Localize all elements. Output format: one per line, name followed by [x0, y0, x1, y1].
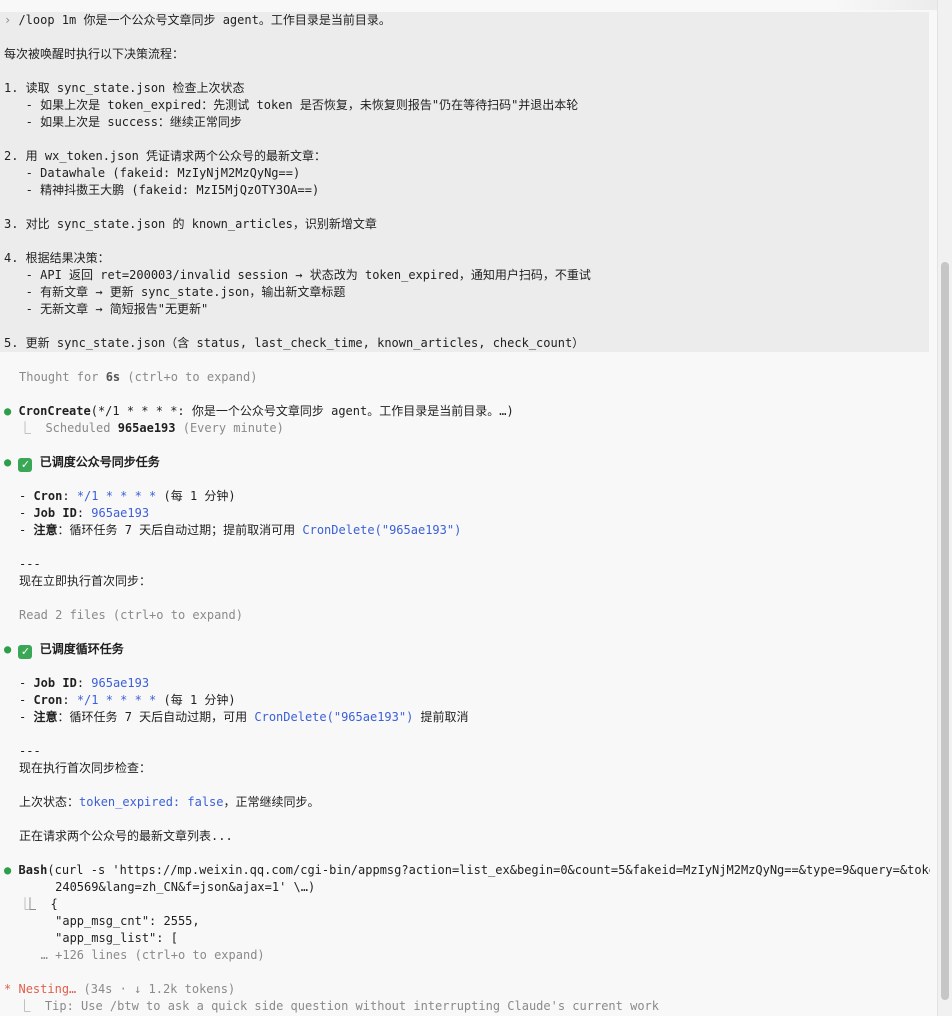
list-item-cron: - Cron: */1 * * * * (每 1 分钟) [19, 693, 236, 707]
prompt-command: /loop 1m 你是一个公众号文章同步 agent。工作目录是当前目录。 [11, 13, 391, 27]
text: ，正常继续同步。 [223, 795, 320, 809]
divider: --- [19, 744, 41, 758]
text: 上次状态： [19, 795, 80, 809]
label: Cron [33, 489, 63, 503]
inline-code: token_expired: false [79, 795, 224, 809]
inline-code: */1 * * * * [76, 693, 157, 707]
check-mark-icon: ✓ [18, 458, 33, 472]
inline-code: */1 * * * * [76, 489, 157, 503]
list-item-note: - 注意：循环任务 7 天后自动过期；提前取消可用 CronDelete("96… [19, 523, 462, 537]
spinner-icon: * [4, 982, 12, 996]
prompt-line: › /loop 1m 你是一个公众号文章同步 agent。工作目录是当前目录。 [4, 12, 391, 29]
tool-call-bash: ● Bash(curl -s 'https://mp.weixin.qq.com… [4, 862, 930, 879]
tool-args-continued: 240569&lang=zh_CN&f=json&ajax=1' \…) [19, 880, 316, 894]
bash-output-line: ⎿⎿ { [19, 897, 58, 911]
tool-name: Bash [18, 863, 48, 877]
prompt-line: - Datawhale (fakeid: MzIyNjM2MzQyNg==) [4, 166, 301, 180]
tool-args: (curl -s 'https://mp.weixin.qq.com/cgi-b… [47, 863, 930, 877]
heading-text: 已调度公众号同步任务 [39, 455, 160, 469]
label: Job ID [33, 676, 77, 690]
status-bullet-icon: ● [4, 455, 12, 469]
inline-code: 965ae193 [91, 506, 150, 520]
note: (每 1 分钟) [156, 489, 236, 503]
paragraph: 正在请求两个公众号的最新文章列表... [19, 829, 233, 843]
prompt-line: - 如果上次是 token_expired：先测试 token 是否恢复，未恢复… [4, 98, 579, 112]
note-text: ：循环任务 7 天后自动过期；提前取消可用 [57, 523, 303, 537]
prompt-line: 1. 读取 sync_state.json 检查上次状态 [4, 81, 245, 95]
status-line: * Nesting… (34s · ↓ 1.2k tokens) [4, 981, 235, 998]
list-item-note: - 注意：循环任务 7 天后自动过期，可用 CronDelete("965ae1… [19, 710, 469, 724]
label: 注意 [33, 710, 58, 724]
thought-duration: 6s [105, 370, 121, 384]
prompt-line: - 精神抖擞王大鹏 (fakeid: MzI5MjQzOTY3OA==) [4, 183, 320, 197]
thought-label: Thought for [19, 370, 106, 384]
heading-text: 已调度循环任务 [39, 642, 124, 656]
inline-code: CronDelete("965ae193") [302, 523, 462, 537]
paragraph-status: 上次状态：token_expired: false，正常继续同步。 [19, 794, 320, 811]
divider: --- [19, 557, 41, 571]
assistant-heading-1: ● ✓ 已调度公众号同步任务 [4, 454, 160, 472]
status-bullet-icon: ● [4, 863, 12, 877]
list-item-cron: - Cron: */1 * * * * (每 1 分钟) [19, 489, 236, 503]
label: Job ID [33, 506, 77, 520]
note-text: ：循环任务 7 天后自动过期，可用 [57, 710, 255, 724]
status-bullet-icon: ● [4, 404, 12, 418]
prompt-line: - 如果上次是 success：继续正常同步 [4, 115, 242, 129]
prompt-line: 4. 根据结果决策： [4, 251, 110, 265]
result-prefix: ⎿ Scheduled [19, 421, 118, 435]
bash-output-expand-hint[interactable]: … +126 lines (ctrl+o to expand) [19, 947, 265, 964]
bash-output-line: "app_msg_list": [ [19, 931, 178, 945]
label: 注意 [33, 523, 58, 537]
tool-name: CronCreate [18, 404, 91, 418]
status-meta: (34s · ↓ 1.2k tokens) [76, 982, 236, 996]
tool-args: (*/1 * * * *: 你是一个公众号文章同步 agent。工作目录是当前目… [90, 404, 514, 418]
output-text: ⎿ { [24, 897, 58, 911]
scrollbar-thumb[interactable] [941, 262, 949, 1000]
inline-code: 965ae193 [91, 676, 150, 690]
status-word: Nesting… [18, 982, 77, 996]
prompt-line: 每次被唤醒时执行以下决策流程： [4, 47, 185, 61]
bash-output-line: "app_msg_cnt": 2555, [19, 914, 200, 928]
label: Cron [33, 693, 63, 707]
prompt-line: - API 返回 ret=200003/invalid session → 状态… [4, 268, 591, 282]
note: (每 1 分钟) [156, 693, 236, 707]
prompt-line: 2. 用 wx_token.json 凭证请求两个公众号的最新文章： [4, 149, 327, 163]
check-mark-icon: ✓ [18, 645, 33, 659]
thought-expand-hint: (ctrl+o to expand) [120, 370, 258, 384]
tip-line: ⎿ Tip: Use /btw to ask a quick side ques… [4, 999, 659, 1013]
prompt-line: - 有新文章 → 更新 sync_state.json，输出新文章标题 [4, 285, 346, 299]
window-shadow [832, 0, 952, 10]
tool-call-croncreate: ● CronCreate(*/1 * * * *: 你是一个公众号文章同步 ag… [4, 403, 514, 420]
status-bullet-icon: ● [4, 642, 12, 656]
assistant-heading-2: ● ✓ 已调度循环任务 [4, 641, 124, 659]
inline-code: CronDelete("965ae193") [254, 710, 414, 724]
prompt-line: 3. 对比 sync_state.json 的 known_articles，识… [4, 217, 377, 231]
terminal-output: › /loop 1m 你是一个公众号文章同步 agent。工作目录是当前目录。每… [0, 0, 930, 1016]
tool-result-croncreate: ⎿ Scheduled 965ae193 (Every minute) [19, 420, 284, 437]
paragraph: 现在执行首次同步检查： [19, 761, 152, 775]
job-id: 965ae193 [117, 421, 176, 435]
schedule-note: (Every minute) [175, 421, 284, 435]
list-item-job-id: - Job ID: 965ae193 [19, 506, 150, 520]
thought-summary[interactable]: Thought for 6s (ctrl+o to expand) [19, 369, 257, 386]
prompt-line: 5. 更新 sync_state.json（含 status, last_che… [4, 336, 585, 350]
paragraph: 现在立即执行首次同步： [19, 574, 152, 588]
list-item-job-id: - Job ID: 965ae193 [19, 676, 150, 690]
note-text: 提前取消 [413, 710, 469, 724]
read-files-summary[interactable]: Read 2 files (ctrl+o to expand) [19, 607, 243, 624]
prompt-line: - 无新文章 → 简短报告"无更新" [4, 302, 209, 316]
